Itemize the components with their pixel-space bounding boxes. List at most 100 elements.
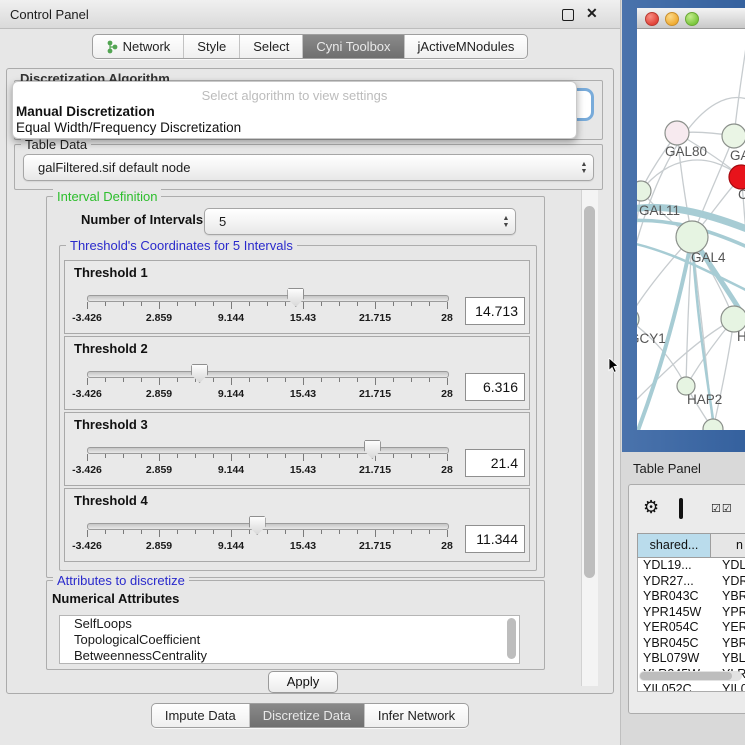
- slider-tick: [339, 530, 340, 534]
- table-row[interactable]: YIL052CYIL0: [638, 682, 745, 692]
- mouse-cursor: [608, 358, 622, 374]
- algorithm-hint-item[interactable]: Select algorithm to view settings: [13, 88, 576, 103]
- network-node-gal4[interactable]: [676, 221, 708, 253]
- table-row[interactable]: YBR045CYBR0: [638, 636, 745, 652]
- tab-impute-data[interactable]: Impute Data: [152, 704, 250, 727]
- threshold-value-field[interactable]: 21.4: [465, 449, 525, 477]
- tab-network[interactable]: Network: [93, 35, 185, 58]
- tab-label: Network: [123, 39, 171, 54]
- slider-tick-label: 15.43: [273, 312, 333, 324]
- slider-tick: [375, 530, 376, 537]
- slider-tick: [357, 378, 358, 382]
- slider-rail[interactable]: [87, 295, 449, 302]
- threshold-slider[interactable]: -3.4262.8599.14415.4321.71528: [79, 285, 459, 331]
- network-node-gal[interactable]: [722, 124, 745, 148]
- slider-tick: [429, 378, 430, 382]
- panel-vertical-scrollbar[interactable]: [581, 190, 598, 686]
- tab-discretize-data[interactable]: Discretize Data: [250, 704, 365, 727]
- application-window: Control Panel ✕ NetworkStyleSelectCyni T…: [0, 0, 745, 745]
- tab-label: Discretize Data: [263, 708, 351, 723]
- slider-rail[interactable]: [87, 523, 449, 530]
- close-icon[interactable]: ✕: [586, 5, 598, 22]
- slider-rail[interactable]: [87, 371, 449, 378]
- algorithm-item-manual[interactable]: Manual Discretization: [16, 104, 155, 119]
- slider-tick: [159, 530, 160, 537]
- threshold-value-field[interactable]: 14.713: [465, 297, 525, 325]
- threshold-label: Threshold 3: [74, 417, 148, 432]
- table-data-combobox[interactable]: galFiltered.sif default node ▲▼: [23, 154, 594, 181]
- scrollbar-thumb[interactable]: [584, 206, 595, 578]
- slider-tick: [321, 454, 322, 458]
- cell-shared-name: YBR045C: [638, 636, 715, 652]
- network-edge[interactable]: [713, 319, 734, 429]
- node-label: C: [738, 187, 745, 202]
- slider-tick-label: 21.715: [345, 388, 405, 400]
- float-window-icon[interactable]: [562, 9, 574, 21]
- slider-tick: [321, 302, 322, 306]
- cell-name: YDR2: [715, 574, 745, 590]
- slider-rail[interactable]: [87, 447, 449, 454]
- network-node-gal11[interactable]: [637, 181, 651, 201]
- column-header-shared-name[interactable]: shared...: [638, 534, 711, 557]
- slider-tick: [267, 454, 268, 458]
- threshold-value-field[interactable]: 6.316: [465, 373, 525, 401]
- threshold-slider[interactable]: -3.4262.8599.14415.4321.71528: [79, 437, 459, 483]
- slider-tick-label: 9.144: [201, 464, 261, 476]
- cell-shared-name: YBR043C: [638, 589, 715, 605]
- table-horizontal-scrollbar[interactable]: [639, 671, 742, 681]
- attribute-list-item[interactable]: SelfLoops: [60, 616, 519, 632]
- slider-thumb[interactable]: [287, 288, 304, 307]
- number-of-intervals-label: Number of Intervals: [81, 212, 203, 227]
- table-row[interactable]: YDL19...YDL1: [638, 558, 745, 574]
- interval-definition-group: Interval Definition Number of Intervals …: [46, 196, 545, 578]
- attribute-list-item[interactable]: TopologicalCoefficient: [60, 632, 519, 648]
- tab-infer-network[interactable]: Infer Network: [365, 704, 468, 727]
- threshold-panel-4: Threshold 4-3.4262.8599.14415.4321.71528…: [64, 488, 530, 562]
- list-scrollbar-thumb[interactable]: [507, 618, 516, 659]
- table-row[interactable]: YPR145WYPR1: [638, 605, 745, 621]
- apply-button[interactable]: Apply: [268, 671, 338, 693]
- algorithm-item-equal-width[interactable]: Equal Width/Frequency Discretization: [16, 120, 241, 135]
- minimize-traffic-light-icon[interactable]: [665, 12, 679, 26]
- tab-jactivemnodules[interactable]: jActiveMNodules: [405, 35, 528, 58]
- threshold-value-field[interactable]: 11.344: [465, 525, 525, 553]
- number-of-intervals-combobox[interactable]: 5 ▲▼: [204, 208, 516, 235]
- slider-tick: [159, 454, 160, 461]
- tab-style[interactable]: Style: [184, 35, 240, 58]
- network-window-titlebar[interactable]: [637, 8, 745, 29]
- cell-name: YPR1: [715, 605, 745, 621]
- slider-tick: [177, 378, 178, 382]
- slider-tick-label: 15.43: [273, 540, 333, 552]
- slider-tick: [105, 378, 106, 382]
- threshold-slider[interactable]: -3.4262.8599.14415.4321.71528: [79, 361, 459, 407]
- table-row[interactable]: YBL079WYBL0: [638, 651, 745, 667]
- gear-icon[interactable]: ⚙: [643, 497, 659, 518]
- slider-tick-label: 2.859: [129, 540, 189, 552]
- table-row[interactable]: YER054CYER0: [638, 620, 745, 636]
- node-label: HAP2: [687, 392, 722, 407]
- numerical-attributes-list[interactable]: SelfLoopsTopologicalCoefficientBetweenne…: [59, 615, 520, 664]
- hscrollbar-thumb[interactable]: [640, 672, 732, 680]
- network-node[interactable]: [703, 419, 723, 430]
- slider-thumb[interactable]: [191, 364, 208, 383]
- column-layout-icon[interactable]: [679, 498, 683, 519]
- network-edge[interactable]: [734, 47, 745, 136]
- slider-tick: [339, 378, 340, 382]
- network-node-gal80[interactable]: [665, 121, 689, 145]
- slider-tick: [357, 530, 358, 534]
- tab-select[interactable]: Select: [240, 35, 303, 58]
- tab-cyni-toolbox[interactable]: Cyni Toolbox: [303, 35, 404, 58]
- table-row[interactable]: YDR27...YDR2: [638, 574, 745, 590]
- threshold-slider[interactable]: -3.4262.8599.14415.4321.71528: [79, 513, 459, 559]
- slider-tick: [393, 454, 394, 458]
- attribute-list-item[interactable]: BetweennessCentrality: [60, 648, 519, 664]
- zoom-traffic-light-icon[interactable]: [685, 12, 699, 26]
- close-traffic-light-icon[interactable]: [645, 12, 659, 26]
- slider-thumb[interactable]: [364, 440, 381, 459]
- table-row[interactable]: YBR043CYBR0: [638, 589, 745, 605]
- slider-thumb[interactable]: [249, 516, 266, 535]
- column-header-name[interactable]: n: [711, 534, 745, 557]
- select-columns-checkboxes-icon[interactable]: ☑☑: [711, 502, 733, 515]
- network-canvas[interactable]: GAL80GALCGAL11GAL4GCY1HHAP2: [637, 29, 745, 430]
- slider-tick-label: 2.859: [129, 388, 189, 400]
